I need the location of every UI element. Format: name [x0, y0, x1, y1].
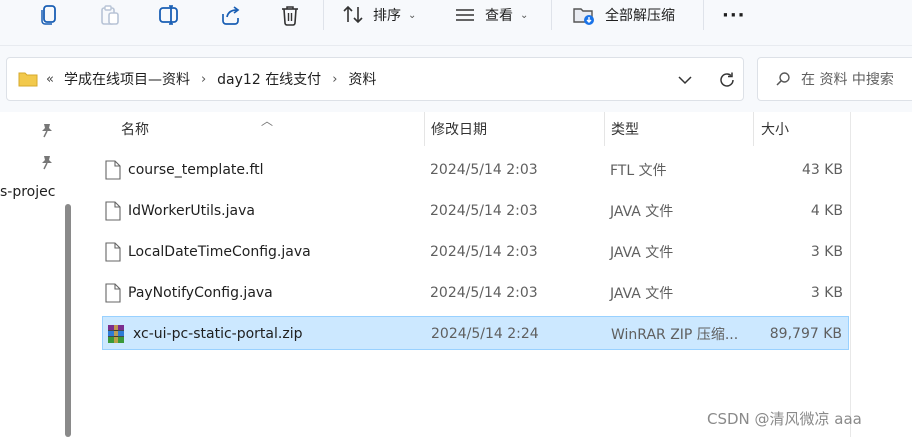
- watermark: CSDN @清风微凉 aaa: [707, 410, 862, 428]
- table-row[interactable]: course_template.ftl 2024/5/14 2:03 FTL 文…: [102, 153, 849, 187]
- pin-icon[interactable]: [40, 154, 54, 170]
- file-name-cell: xc-ui-pc-static-portal.zip: [106, 317, 302, 351]
- nav-scrollbar[interactable]: [65, 204, 71, 437]
- view-label: 查看: [485, 8, 513, 24]
- file-name: LocalDateTimeConfig.java: [128, 244, 311, 260]
- folder-icon: [18, 72, 38, 87]
- file-size: 4 KB: [810, 203, 843, 219]
- file-name-cell: LocalDateTimeConfig.java: [105, 235, 311, 269]
- extract-all-icon: [573, 8, 594, 25]
- breadcrumb-item[interactable]: 资料: [348, 69, 376, 89]
- table-row-selected[interactable]: xc-ui-pc-static-portal.zip 2024/5/14 2:2…: [102, 316, 849, 350]
- file-size: 89,797 KB: [769, 326, 842, 342]
- file-name: course_template.ftl: [128, 162, 264, 178]
- toolbar-divider: [551, 0, 552, 30]
- search-placeholder: 在 资料 中搜索: [801, 72, 894, 88]
- share-button[interactable]: [219, 2, 241, 28]
- file-modified: 2024/5/14 2:03: [430, 203, 538, 219]
- rename-icon: [159, 5, 178, 25]
- file-name: IdWorkerUtils.java: [128, 203, 255, 219]
- breadcrumb-separator[interactable]: ›: [201, 72, 206, 87]
- more-icon: ···: [722, 4, 746, 26]
- search-input[interactable]: 在 资料 中搜索: [757, 57, 912, 101]
- table-row[interactable]: IdWorkerUtils.java 2024/5/14 2:03 JAVA 文…: [102, 194, 849, 228]
- winrar-icon: [108, 325, 124, 343]
- more-options-button[interactable]: ···: [722, 2, 746, 28]
- file-size: 3 KB: [810, 244, 843, 260]
- delete-button[interactable]: [279, 2, 301, 28]
- file-modified: 2024/5/14 2:24: [431, 326, 539, 342]
- sort-icon: [343, 5, 363, 24]
- column-divider[interactable]: [753, 112, 754, 146]
- sort-button[interactable]: 排序 ⌄: [342, 2, 416, 28]
- breadcrumb-overflow[interactable]: «: [46, 72, 54, 87]
- nav-item-label[interactable]: s-projec: [0, 184, 55, 200]
- refresh-icon[interactable]: [718, 71, 736, 89]
- column-header-size[interactable]: 大小: [761, 112, 789, 146]
- chevron-down-icon: ⌄: [520, 9, 529, 21]
- extract-all-button[interactable]: 全部解压缩: [572, 2, 675, 28]
- file-name: PayNotifyConfig.java: [128, 285, 273, 301]
- toolbar-divider: [323, 0, 324, 30]
- file-name: xc-ui-pc-static-portal.zip: [133, 326, 303, 342]
- file-name-cell: PayNotifyConfig.java: [105, 276, 273, 310]
- rename-button[interactable]: [158, 2, 182, 28]
- breadcrumb-item[interactable]: 学成在线项目—资料: [64, 69, 190, 89]
- column-name-label: 名称: [121, 122, 149, 138]
- chevron-down-icon: ⌄: [408, 9, 417, 21]
- file-name-cell: IdWorkerUtils.java: [105, 194, 255, 228]
- copy-button[interactable]: [40, 2, 60, 28]
- paste-button[interactable]: [99, 2, 121, 28]
- file-icon: [105, 283, 121, 303]
- column-divider[interactable]: [604, 112, 605, 146]
- chevron-down-icon[interactable]: [677, 73, 693, 87]
- table-row[interactable]: LocalDateTimeConfig.java 2024/5/14 2:03 …: [102, 235, 849, 269]
- trash-icon: [282, 6, 298, 26]
- file-modified: 2024/5/14 2:03: [430, 244, 538, 260]
- file-size: 3 KB: [810, 285, 843, 301]
- file-name-cell: course_template.ftl: [105, 153, 264, 187]
- extract-all-label: 全部解压缩: [605, 8, 675, 24]
- address-bar[interactable]: « 学成在线项目—资料 › day12 在线支付 › 资料: [6, 57, 744, 101]
- column-modified-label: 修改日期: [431, 122, 487, 138]
- table-row[interactable]: PayNotifyConfig.java 2024/5/14 2:03 JAVA…: [102, 276, 849, 310]
- toolbar-divider: [703, 0, 704, 30]
- column-divider[interactable]: [424, 112, 425, 146]
- pin-icon[interactable]: [40, 122, 54, 138]
- file-type: FTL 文件: [610, 163, 667, 179]
- file-type: JAVA 文件: [610, 204, 674, 220]
- share-icon: [222, 6, 240, 25]
- address-row: « 学成在线项目—资料 › day12 在线支付 › 资料 在 资料 中搜索: [0, 46, 912, 112]
- file-type: WinRAR ZIP 压缩...: [611, 327, 739, 343]
- file-list: 名称 ︿ 修改日期 类型 大小 course_template.ftl 2024…: [75, 112, 912, 437]
- file-icon: [105, 201, 121, 221]
- file-icon: [105, 160, 121, 180]
- sort-ascending-icon: ︿: [261, 114, 274, 128]
- copy-icon: [41, 5, 56, 25]
- list-edge: [850, 112, 851, 437]
- file-modified: 2024/5/14 2:03: [430, 285, 538, 301]
- column-header-name[interactable]: 名称: [121, 112, 149, 146]
- file-icon: [105, 242, 121, 262]
- file-size: 43 KB: [801, 162, 843, 178]
- view-button[interactable]: 查看 ⌄: [454, 2, 528, 28]
- command-bar: 排序 ⌄ 查看 ⌄ 全部解压缩 ···: [0, 0, 912, 46]
- file-modified: 2024/5/14 2:03: [430, 162, 538, 178]
- file-type: JAVA 文件: [610, 286, 674, 302]
- column-header-type[interactable]: 类型: [611, 112, 639, 146]
- column-size-label: 大小: [761, 122, 789, 138]
- navigation-pane: s-projec: [0, 112, 75, 437]
- view-icon: [456, 9, 474, 21]
- breadcrumb-item[interactable]: day12 在线支付: [217, 69, 321, 89]
- file-type: JAVA 文件: [610, 245, 674, 261]
- paste-icon: [101, 5, 119, 25]
- column-type-label: 类型: [611, 122, 639, 138]
- search-icon: [776, 72, 790, 86]
- column-header-modified[interactable]: 修改日期: [431, 112, 487, 146]
- breadcrumb-separator[interactable]: ›: [332, 72, 337, 87]
- sort-label: 排序: [373, 8, 401, 24]
